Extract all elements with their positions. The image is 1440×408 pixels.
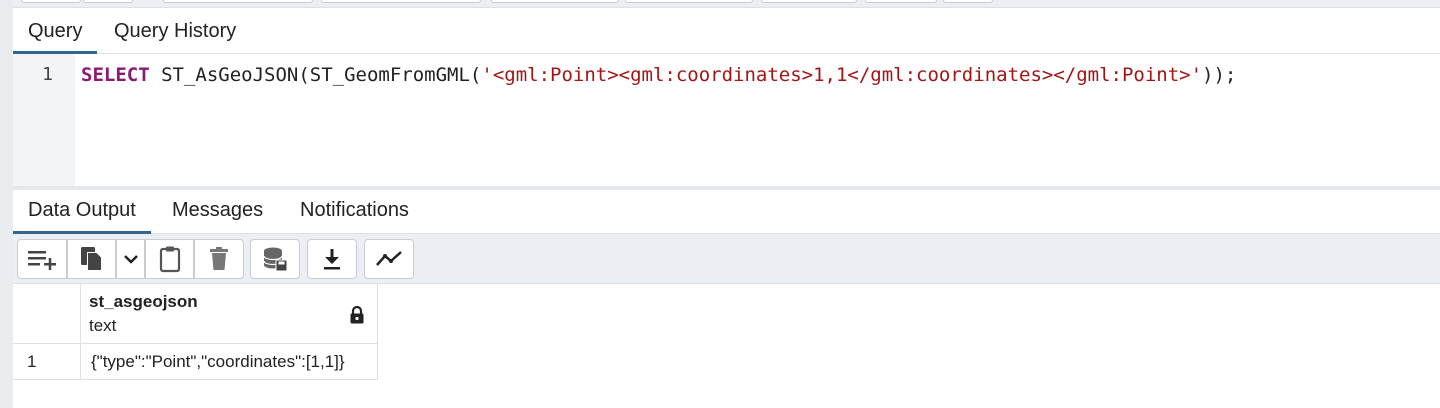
copy-options-dropdown[interactable] [116,239,145,279]
delete-button[interactable] [194,239,244,279]
sql-code: )); [1202,64,1237,86]
data-output-toolbar [13,234,1440,284]
paste-button[interactable] [145,239,194,279]
tab-query-history[interactable]: Query History [99,8,251,54]
tab-notifications[interactable]: Notifications [285,190,424,234]
toolbar-button-group[interactable] [321,0,481,3]
sql-code: ST_AsGeoJSON(ST_GeomFromGML( [149,64,482,86]
copy-icon [80,247,102,271]
sql-keyword: SELECT [81,64,150,86]
toolbar-button-group[interactable] [625,0,753,3]
result-grid: st_asgeojson text 1 {"type":"Point","coo… [13,284,1440,408]
save-data-button[interactable] [250,239,300,279]
toolbar-button-group[interactable] [21,0,81,3]
column-type: text [89,316,117,335]
column-header[interactable]: st_asgeojson text [81,284,378,344]
output-tabs: Data Output Messages Notifications [13,190,1440,234]
table-cell[interactable]: {"type":"Point","coordinates":[1,1]} [81,344,378,380]
graph-visualiser-icon [376,251,402,266]
toolbar-button-group[interactable] [943,0,993,3]
download-button[interactable] [307,239,357,279]
add-row-icon [28,251,56,270]
save-data-icon [263,247,288,272]
add-row-button[interactable] [17,239,67,279]
line-number: 1 [42,64,53,85]
lock-icon [350,305,364,324]
tab-query[interactable]: Query [13,8,98,54]
paste-icon [159,246,180,273]
row-number[interactable]: 1 [13,344,81,380]
toolbar-button-group[interactable] [83,0,133,3]
row-number-header[interactable] [13,284,81,344]
code-line[interactable]: SELECT ST_AsGeoJSON(ST_GeomFromGML('<gml… [81,64,1236,86]
tab-messages[interactable]: Messages [157,190,278,234]
delete-icon [210,247,228,270]
graph-visualiser-button[interactable] [364,239,414,279]
column-name: st_asgeojson [89,292,198,311]
sql-editor[interactable]: 1 SELECT ST_AsGeoJSON(ST_GeomFromGML('<g… [13,54,1440,186]
query-tabs: Query Query History [13,8,1440,54]
copy-button[interactable] [67,239,116,279]
sql-string-literal: '<gml:Point><gml:coordinates>1,1</gml:co… [481,64,1203,86]
tab-data-output[interactable]: Data Output [13,190,151,234]
download-icon [324,249,340,270]
toolbar-button-group[interactable] [761,0,857,3]
line-number-gutter: 1 [13,54,75,186]
toolbar-button-group[interactable] [491,0,619,3]
toolbar-button-group[interactable] [865,0,937,3]
toolbar-button-group[interactable] [163,0,313,3]
query-tool-toolbar [13,0,1440,8]
left-panel-edge [0,0,13,408]
chevron-down-icon [123,255,138,264]
